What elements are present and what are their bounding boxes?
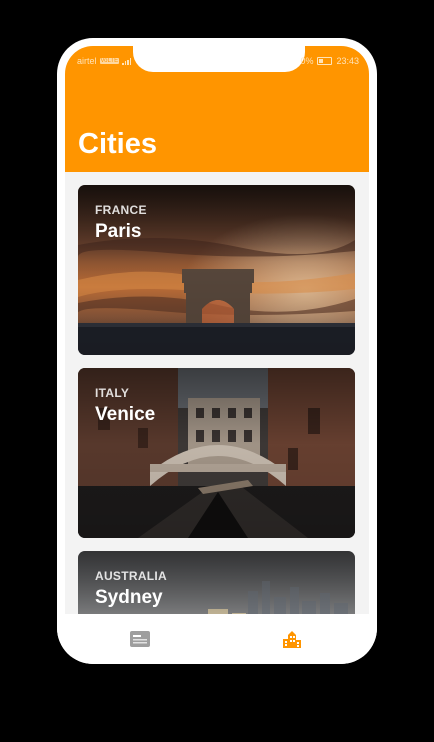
app-screen: airtel VoLTE 0% 23:43 Cities FRANCE Pari…	[65, 46, 369, 614]
status-bar-right: 0% 23:43	[300, 56, 359, 66]
bottom-navigation	[57, 614, 377, 664]
phone-frame: airtel VoLTE 0% 23:43 Cities FRANCE Pari…	[57, 38, 377, 664]
article-icon	[130, 631, 150, 647]
carrier-label: airtel	[77, 56, 97, 66]
clock: 23:43	[336, 56, 359, 66]
nav-tab-cities[interactable]	[270, 624, 314, 654]
status-bar-left: airtel VoLTE	[77, 56, 132, 66]
app-bar: airtel VoLTE 0% 23:43 Cities	[65, 46, 369, 172]
city-name: Sydney	[95, 587, 163, 608]
network-badge: VoLTE	[99, 58, 120, 64]
city-card-venice[interactable]: ITALY Venice	[78, 368, 355, 538]
page-title: Cities	[78, 128, 157, 160]
city-card-sydney[interactable]: AUSTRALIA Sydney	[78, 551, 355, 614]
nav-tab-articles[interactable]	[118, 624, 162, 654]
camera-notch	[133, 46, 305, 72]
city-icon	[283, 630, 301, 648]
city-country: ITALY	[95, 386, 130, 400]
battery-icon	[317, 57, 333, 65]
signal-icon	[122, 57, 132, 65]
city-list[interactable]: FRANCE Paris ITALY Venice AUSTRALIA Sydn…	[65, 172, 369, 614]
battery-percent: 0%	[300, 56, 314, 66]
city-card-paris[interactable]: FRANCE Paris	[78, 185, 355, 355]
city-country: FRANCE	[95, 203, 147, 217]
city-country: AUSTRALIA	[95, 569, 168, 583]
city-name: Venice	[95, 404, 156, 425]
city-name: Paris	[95, 221, 142, 242]
